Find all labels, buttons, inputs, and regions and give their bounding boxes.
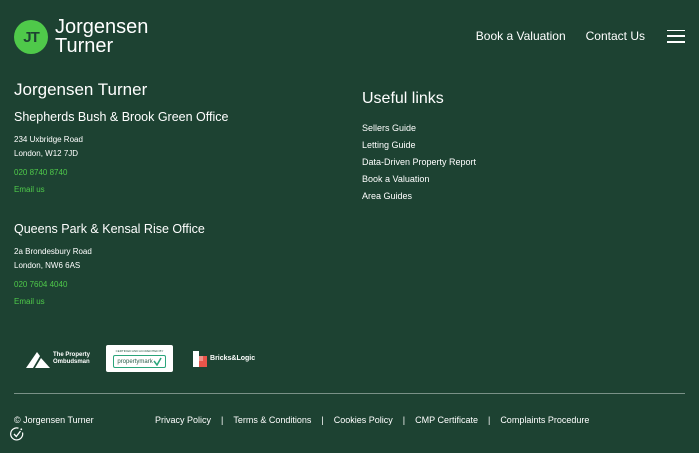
address-line-2: London, W12 7JD (14, 149, 79, 158)
legal-separator: | (402, 415, 406, 425)
legal-separator: | (221, 415, 224, 425)
bricks-logic-badge[interactable]: Bricks&Logic (193, 350, 256, 367)
ombudsman-label: The Property Ombudsman (53, 352, 90, 366)
office-address: 234 Uxbridge Road London, W12 7JD (14, 133, 228, 161)
legal-separator: | (487, 415, 491, 425)
link-terms-conditions[interactable]: Terms & Conditions (233, 415, 311, 425)
office-shepherds-bush: Shepherds Bush & Brook Green Office 234 … (14, 110, 228, 194)
footer-divider (14, 393, 685, 394)
propertymark-logo: propertymark (113, 355, 166, 368)
link-privacy-policy[interactable]: Privacy Policy (155, 415, 211, 425)
office-email-link[interactable]: Email us (14, 297, 205, 306)
address-line-1: 234 Uxbridge Road (14, 135, 83, 144)
link-area-guides[interactable]: Area Guides (362, 191, 412, 201)
useful-links-section: Useful links Sellers Guide Letting Guide… (362, 90, 476, 205)
office-name: Shepherds Bush & Brook Green Office (14, 110, 229, 124)
useful-links-list: Sellers Guide Letting Guide Data-Driven … (362, 120, 476, 205)
office-email-link[interactable]: Email us (14, 185, 228, 194)
legal-separator: | (321, 415, 324, 425)
header-nav: Book a Valuation Contact Us (456, 29, 685, 43)
site-logo[interactable]: JT Jorgensen Turner (14, 17, 148, 57)
logo-mark-icon: JT (14, 20, 48, 54)
office-name: Queens Park & Kensal Rise Office (14, 222, 205, 236)
link-cookies-policy[interactable]: Cookies Policy (334, 415, 393, 425)
checkmark-icon (153, 357, 162, 366)
propertymark-name: propertymark (117, 358, 153, 365)
link-book-valuation[interactable]: Book a Valuation (362, 174, 429, 184)
office-address: 2a Brondesbury Road London, NW6 6AS (14, 245, 205, 273)
link-sellers-guide[interactable]: Sellers Guide (362, 123, 416, 133)
propertymark-caption: CERTIFIED AND ACCREDITED BY (115, 349, 164, 353)
logo-wordmark: Jorgensen Turner (55, 17, 148, 57)
hamburger-menu-icon[interactable] (667, 29, 685, 43)
office-queens-park: Queens Park & Kensal Rise Office 2a Bron… (14, 222, 205, 306)
nav-contact-us[interactable]: Contact Us (586, 29, 645, 43)
office-phone-link[interactable]: 020 8740 8740 (14, 168, 228, 177)
ombudsman-line-2: Ombudsman (53, 358, 90, 365)
copyright-text: © Jorgensen Turner (14, 415, 94, 425)
link-letting-guide[interactable]: Letting Guide (362, 140, 416, 150)
accreditation-badges: The Property Ombudsman CERTIFIED AND ACC… (25, 345, 255, 372)
bricks-logic-label: Bricks&Logic (210, 355, 256, 362)
address-line-1: 2a Brondesbury Road (14, 247, 92, 256)
address-line-2: London, NW6 6AS (14, 261, 81, 270)
useful-links-title: Useful links (362, 90, 444, 107)
ombudsman-house-icon (26, 351, 50, 368)
bricks-logic-icon (193, 350, 208, 367)
nav-book-valuation[interactable]: Book a Valuation (476, 29, 566, 43)
link-property-report[interactable]: Data-Driven Property Report (362, 157, 476, 167)
link-cmp-certificate[interactable]: CMP Certificate (415, 415, 478, 425)
legal-links: Privacy Policy | Terms & Conditions | Co… (155, 415, 589, 425)
propertymark-badge[interactable]: CERTIFIED AND ACCREDITED BY propertymark (106, 345, 174, 372)
property-ombudsman-badge[interactable]: The Property Ombudsman (25, 349, 90, 369)
cookie-consent-icon[interactable] (9, 426, 25, 442)
link-complaints-procedure[interactable]: Complaints Procedure (500, 415, 589, 425)
footer-brand-title: Jorgensen Turner (14, 80, 148, 99)
office-phone-link[interactable]: 020 7604 4040 (14, 280, 205, 289)
ombudsman-line-1: The Property (53, 351, 91, 358)
logo-line-2: Turner (55, 35, 114, 57)
